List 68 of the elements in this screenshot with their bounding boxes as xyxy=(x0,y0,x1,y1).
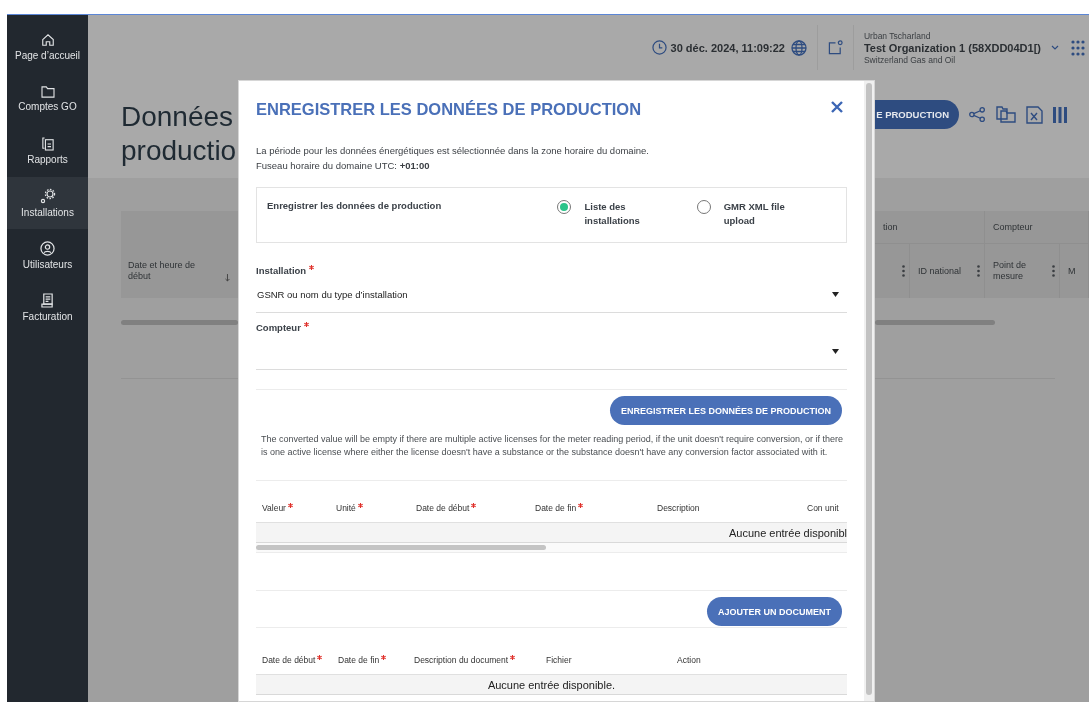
radio-label[interactable]: Liste des installations xyxy=(584,200,675,230)
sidebar-item[interactable]: Page d’accueil xyxy=(7,21,88,73)
group-header: Compteur xyxy=(993,221,1033,233)
column-header: Con unit xyxy=(807,503,840,514)
scrollbar-thumb[interactable] xyxy=(256,545,546,550)
conversion-note: The converted value will be empty if there are multiple active licenses for the meter reading period, if the unit doesn't require conversion, or if there is one active license where either the license doesn't have a substance or the substance doesn't have any conversion factor associated with it. xyxy=(260,433,845,459)
receipt-icon xyxy=(41,292,54,308)
spreadsheet-icon[interactable] xyxy=(1026,105,1043,124)
empty-message: Aucune entrée disponibl xyxy=(728,526,847,539)
globe-icon[interactable] xyxy=(790,39,807,56)
date-time: 30 déc. 2024, 11:09:22 xyxy=(670,41,785,54)
select-field[interactable]: GSNR ou nom du type d’installation xyxy=(256,276,847,313)
kebab-icon[interactable] xyxy=(1052,265,1055,277)
scrollbar-thumb[interactable] xyxy=(866,83,872,695)
column-header: Unité xyxy=(336,503,356,514)
user-icon xyxy=(40,240,55,256)
folder-icon xyxy=(40,86,55,98)
radio-label[interactable]: GMR XML file upload xyxy=(723,200,814,230)
column-header: Date de fin xyxy=(535,503,577,514)
info-text: La période pour les données énergétiques est sélectionnée dans la zone horaire du domaine. xyxy=(256,144,650,158)
column-header: Date de début xyxy=(262,655,316,666)
column-header: Date et heure de début xyxy=(128,260,197,282)
empty-message: Aucune entrée disponible. xyxy=(487,678,616,691)
field-label: Compteur xyxy=(256,322,301,333)
clock-icon xyxy=(651,40,667,55)
sidebar-item[interactable]: Utilisateurs xyxy=(7,229,88,281)
dialog-title: ENREGISTRER LES DONNÉES DE PRODUCTION xyxy=(256,99,642,119)
page-title: Données productio xyxy=(121,100,237,168)
company-name: Switzerland Gas and Oil xyxy=(863,54,957,65)
column-header: Description du document xyxy=(414,655,509,666)
sort-arrow-icon[interactable] xyxy=(225,274,230,282)
kebab-icon[interactable] xyxy=(977,265,980,277)
sidebar-item[interactable]: Installations xyxy=(7,177,88,229)
column-header: Description xyxy=(657,503,700,514)
scrollbar-thumb[interactable] xyxy=(875,320,995,325)
column-header: ID national xyxy=(918,265,963,277)
caret-icon xyxy=(832,348,839,354)
sidebar-item[interactable]: Rapports xyxy=(7,125,88,177)
column-header: Date de début xyxy=(416,503,470,514)
external-link-icon[interactable] xyxy=(827,40,843,55)
apps-grid-icon[interactable] xyxy=(1071,39,1085,56)
column-header: Fichier xyxy=(546,655,572,666)
table-header-cell[interactable]: Date et heure de début xyxy=(121,211,238,298)
field-label: Installation xyxy=(256,265,307,276)
add-document-button[interactable]: AJOUTER UN DOCUMENT xyxy=(707,597,842,626)
folders-icon[interactable] xyxy=(996,106,1016,123)
kebab-icon[interactable] xyxy=(902,265,905,277)
sidebar-item[interactable]: Comptes GO xyxy=(7,73,88,125)
share-icon[interactable] xyxy=(969,107,986,122)
chevron-down-icon[interactable] xyxy=(1051,45,1059,50)
column-header: Date de fin xyxy=(338,655,380,666)
group-header: tion xyxy=(883,221,898,233)
save-button[interactable]: ENREGISTRER LES DONNÉES DE PRODUCTION xyxy=(609,396,842,425)
caret-icon xyxy=(832,291,839,297)
column-header: Point de mesure xyxy=(993,260,1028,282)
column-header: Action xyxy=(677,655,701,666)
source-label: Enregistrer les données de production xyxy=(267,200,443,213)
gears-icon xyxy=(39,188,56,204)
home-icon xyxy=(40,33,55,47)
organization-name[interactable]: Test Organization 1 (58XDD04D1[) xyxy=(863,41,1041,54)
column-header: M xyxy=(1068,265,1077,277)
sidebar-item[interactable]: Facturation xyxy=(7,281,88,333)
column-header: Valeur xyxy=(262,503,286,514)
info-text: Fuseau horaire du domaine UTC: +01:00 xyxy=(256,159,431,173)
columns-icon[interactable] xyxy=(1053,106,1067,123)
scrollbar-thumb[interactable] xyxy=(121,320,238,325)
documents-icon xyxy=(41,137,54,151)
user-name: Urban Tscharland xyxy=(863,30,932,41)
